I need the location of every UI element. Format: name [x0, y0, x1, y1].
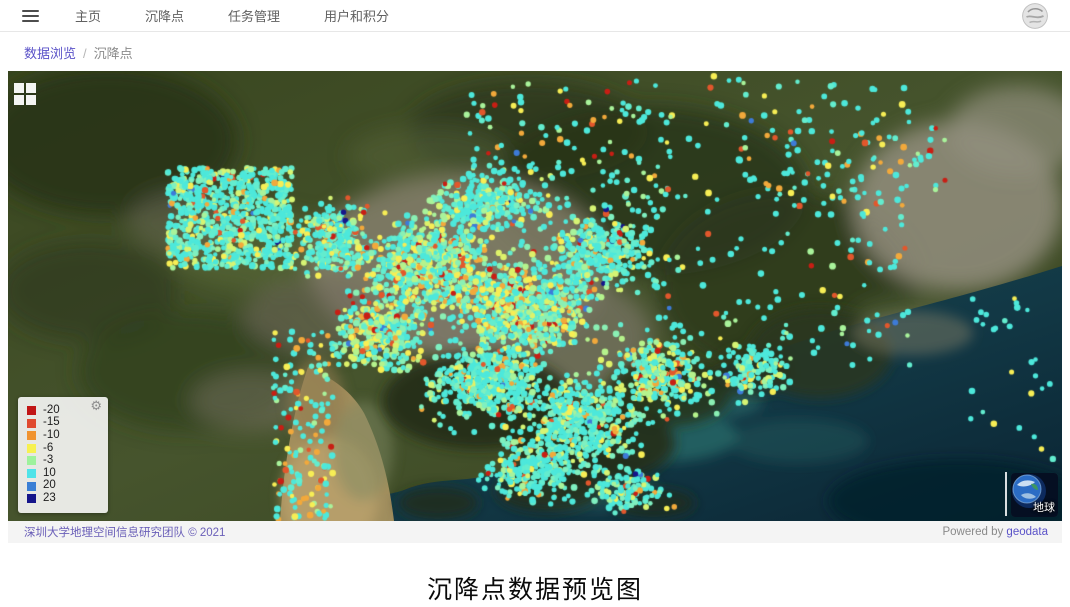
legend-item: 20: [27, 480, 100, 493]
legend-value: -6: [43, 443, 53, 455]
legend-swatch: [27, 494, 36, 503]
legend-item: -3: [27, 455, 100, 468]
basemap-switcher-label: 地球: [1033, 499, 1055, 515]
legend-swatch: [27, 456, 36, 465]
breadcrumb-separator: /: [83, 46, 87, 61]
widget-divider-line: [1005, 472, 1007, 516]
legend-item: -15: [27, 417, 100, 430]
breadcrumb-current: 沉降点: [94, 46, 133, 61]
legend-swatch: [27, 444, 36, 453]
legend-value: 23: [43, 493, 56, 505]
globe-avatar-icon: [1022, 3, 1048, 29]
footer-powered-by: Powered by geodata: [942, 526, 1048, 538]
legend-swatch: [27, 431, 36, 440]
powered-by-text: Powered by: [942, 526, 1006, 538]
map-legend: ⚙ -20-15-10-6-3102023: [18, 397, 108, 513]
legend-swatch: [27, 482, 36, 491]
footer-attribution: 深圳大学地理空间信息研究团队 © 2021: [24, 524, 225, 540]
legend-swatch: [27, 469, 36, 478]
legend-value: -15: [43, 417, 60, 429]
legend-swatch: [27, 406, 36, 415]
basemap-switcher[interactable]: 地球: [1011, 473, 1058, 517]
legend-value: -20: [43, 405, 60, 417]
map-view[interactable]: ⚙ -20-15-10-6-3102023 地球: [8, 71, 1062, 521]
legend-item: 10: [27, 467, 100, 480]
subsidence-dots-layer: [8, 71, 1062, 521]
gear-icon[interactable]: ⚙: [90, 400, 102, 413]
legend-swatch: [27, 419, 36, 428]
top-nav: 主页 沉降点 任务管理 用户和积分: [0, 0, 1070, 32]
image-caption: 沉降点数据预览图: [0, 570, 1070, 606]
grid-icon[interactable]: [14, 83, 36, 105]
legend-value: 10: [43, 468, 56, 480]
legend-item: -10: [27, 429, 100, 442]
nav-item-task-management[interactable]: 任务管理: [228, 6, 280, 25]
legend-value: 20: [43, 480, 56, 492]
menu-icon[interactable]: [22, 10, 39, 22]
nav-item-users-points[interactable]: 用户和积分: [324, 6, 389, 25]
legend-value: -10: [43, 430, 60, 442]
breadcrumb: 数据浏览 / 沉降点: [0, 32, 1070, 71]
legend-item: -6: [27, 442, 100, 455]
geodata-link[interactable]: geodata: [1006, 526, 1048, 538]
nav-item-home[interactable]: 主页: [75, 6, 101, 25]
legend-value: -3: [43, 455, 53, 467]
legend-item: -20: [27, 404, 100, 417]
legend-item: 23: [27, 492, 100, 505]
map-footer: 深圳大学地理空间信息研究团队 © 2021 Powered by geodata: [8, 521, 1062, 543]
nav-item-subsidence-points[interactable]: 沉降点: [145, 6, 184, 25]
breadcrumb-data-browse[interactable]: 数据浏览: [24, 46, 76, 61]
user-avatar[interactable]: [1022, 3, 1048, 29]
legend-rows: -20-15-10-6-3102023: [27, 404, 100, 505]
